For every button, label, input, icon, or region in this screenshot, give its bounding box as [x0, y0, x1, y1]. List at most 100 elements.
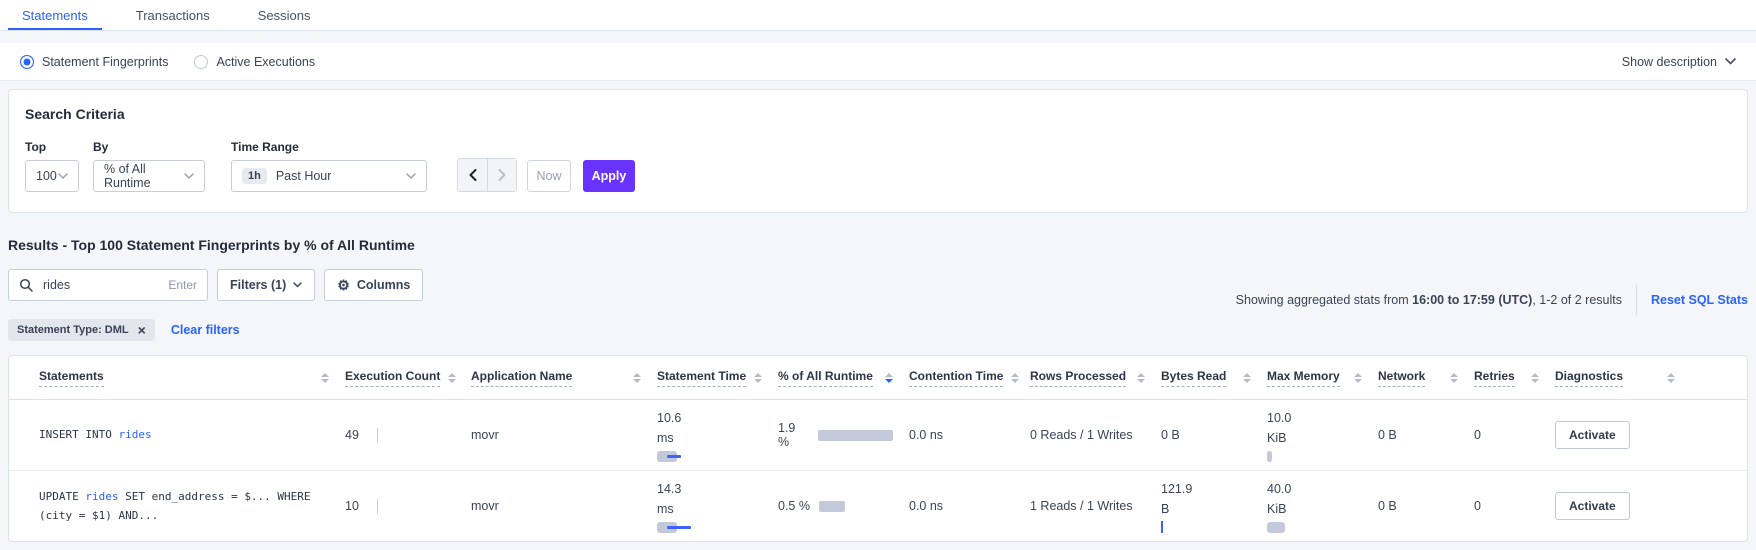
statement-time-bar: [657, 451, 762, 462]
statement-cell: INSERT INTO rides: [39, 425, 329, 444]
tab-transactions[interactable]: Transactions: [122, 0, 224, 30]
sort-icon: [1011, 373, 1019, 383]
column-header-rows-processed[interactable]: Rows Processed: [1030, 369, 1145, 387]
filters-button[interactable]: Filters (1): [217, 269, 315, 301]
statement-link[interactable]: UPDATE rides SET end_address = $... WHER…: [39, 490, 311, 522]
time-range-select[interactable]: 1h Past Hour: [231, 160, 427, 192]
contention-time-cell: 0.0 ns: [909, 428, 1014, 442]
max-memory-cell: 40.0 KiB: [1267, 471, 1362, 541]
filter-chip-label: Statement Type: DML: [17, 324, 129, 336]
column-header-diagnostics[interactable]: Diagnostics: [1555, 369, 1675, 387]
runtime-bar: [819, 501, 845, 512]
max-memory-cell: 10.0 KiB: [1267, 400, 1362, 470]
time-next-button[interactable]: [487, 159, 516, 191]
radio-unselected-icon: [194, 55, 208, 69]
activate-diagnostics-button[interactable]: Activate: [1555, 421, 1630, 449]
show-description-label: Show description: [1622, 55, 1717, 69]
count-bar: [377, 428, 378, 443]
search-criteria-title: Search Criteria: [25, 106, 1731, 122]
active-filters-row: Statement Type: DML × Clear filters: [8, 319, 1748, 341]
max-memory-bar: [1267, 451, 1362, 462]
table-header-row: Statements Execution Count Application N…: [9, 356, 1747, 400]
sort-icon: [633, 373, 641, 383]
diagnostics-cell: Activate: [1555, 492, 1675, 520]
by-group: By % of All Runtime: [93, 140, 205, 192]
sort-icon: [1450, 373, 1458, 383]
column-header-statements[interactable]: Statements: [39, 369, 329, 387]
top-select[interactable]: 100: [25, 160, 79, 192]
table-name-link: rides: [118, 428, 151, 441]
clear-filters-link[interactable]: Clear filters: [171, 323, 240, 337]
sort-icon-active-desc: [885, 373, 893, 383]
top-group: Top 100: [25, 140, 79, 192]
columns-button-label: Columns: [357, 278, 410, 292]
search-input[interactable]: [41, 277, 168, 293]
close-icon[interactable]: ×: [138, 325, 146, 335]
apply-button[interactable]: Apply: [583, 160, 635, 192]
reset-sql-stats-link[interactable]: Reset SQL Stats: [1651, 293, 1748, 307]
retries-cell: 0: [1474, 428, 1539, 442]
count-bar: [377, 499, 378, 514]
chevron-down-icon: [1725, 58, 1736, 65]
time-prev-button[interactable]: [458, 159, 487, 191]
enter-hint: Enter: [168, 278, 197, 292]
results-toolbar: Enter Filters (1) ⚙ Columns Showing aggr…: [8, 269, 1748, 301]
table-row: INSERT INTO rides 49 movr 10.6 ms 1.9 % …: [9, 400, 1747, 470]
column-header-network[interactable]: Network: [1378, 369, 1458, 387]
view-radio-group: Statement Fingerprints Active Executions: [20, 55, 315, 69]
radio-statement-fingerprints[interactable]: Statement Fingerprints: [20, 55, 168, 69]
radio-statement-fingerprints-label: Statement Fingerprints: [42, 55, 168, 69]
runtime-pct-cell: 1.9 %: [778, 421, 893, 449]
view-toggle-row: Statement Fingerprints Active Executions…: [0, 43, 1756, 81]
sort-icon: [448, 373, 456, 383]
statement-link[interactable]: INSERT INTO rides: [39, 428, 152, 441]
sort-icon: [1667, 373, 1675, 383]
chevron-down-icon: [58, 173, 68, 179]
time-range-badge: 1h: [242, 168, 267, 184]
statement-search-box: Enter: [8, 269, 208, 301]
column-header-bytes-read[interactable]: Bytes Read: [1161, 369, 1251, 387]
column-header-statement-time[interactable]: Statement Time: [657, 369, 762, 387]
column-header-runtime-pct[interactable]: % of All Runtime: [778, 369, 893, 387]
network-cell: 0 B: [1378, 428, 1458, 442]
sort-icon: [754, 373, 762, 383]
sort-icon: [321, 373, 329, 383]
radio-active-executions[interactable]: Active Executions: [194, 55, 315, 69]
search-criteria-controls: Top 100 By % of All Runtime Time Range 1…: [25, 140, 1731, 192]
show-description-toggle[interactable]: Show description: [1622, 55, 1736, 69]
time-range-label: Time Range: [231, 140, 427, 154]
column-header-contention-time[interactable]: Contention Time: [909, 369, 1014, 387]
results-heading: Results - Top 100 Statement Fingerprints…: [8, 237, 1748, 253]
tab-sessions-label: Sessions: [258, 8, 311, 23]
filter-chip-statement-type[interactable]: Statement Type: DML ×: [8, 319, 155, 341]
tab-statements[interactable]: Statements: [8, 0, 102, 30]
column-header-application-name[interactable]: Application Name: [471, 369, 641, 387]
by-label: By: [93, 140, 205, 154]
tab-statements-label: Statements: [22, 8, 88, 23]
network-cell: 0 B: [1378, 499, 1458, 513]
execution-count-cell: 49: [345, 428, 455, 443]
sort-icon: [1243, 373, 1251, 383]
sort-icon: [1531, 373, 1539, 383]
rows-processed-cell: 0 Reads / 1 Writes: [1030, 428, 1145, 442]
column-header-execution-count[interactable]: Execution Count: [345, 369, 455, 387]
search-icon: [19, 278, 33, 292]
column-header-retries[interactable]: Retries: [1474, 369, 1539, 387]
columns-button[interactable]: ⚙ Columns: [324, 269, 423, 301]
tab-sessions[interactable]: Sessions: [244, 0, 325, 30]
filters-button-label: Filters (1): [230, 278, 286, 292]
activate-diagnostics-button[interactable]: Activate: [1555, 492, 1630, 520]
application-name-cell: movr: [471, 499, 641, 513]
column-header-max-memory[interactable]: Max Memory: [1267, 369, 1362, 387]
now-button[interactable]: Now: [527, 160, 571, 192]
statement-time-cell: 10.6 ms: [657, 400, 762, 470]
statement-time-bar: [657, 522, 762, 533]
vertical-divider: [1636, 285, 1637, 315]
stats-text: Showing aggregated stats from 16:00 to 1…: [1236, 293, 1622, 307]
chevron-down-icon: [184, 173, 194, 179]
time-range-value: Past Hour: [276, 169, 332, 183]
runtime-pct-cell: 0.5 %: [778, 499, 893, 513]
by-select[interactable]: % of All Runtime: [93, 160, 205, 192]
runtime-bar: [818, 430, 893, 441]
stats-time-range: 16:00 to 17:59 (UTC): [1412, 293, 1532, 307]
